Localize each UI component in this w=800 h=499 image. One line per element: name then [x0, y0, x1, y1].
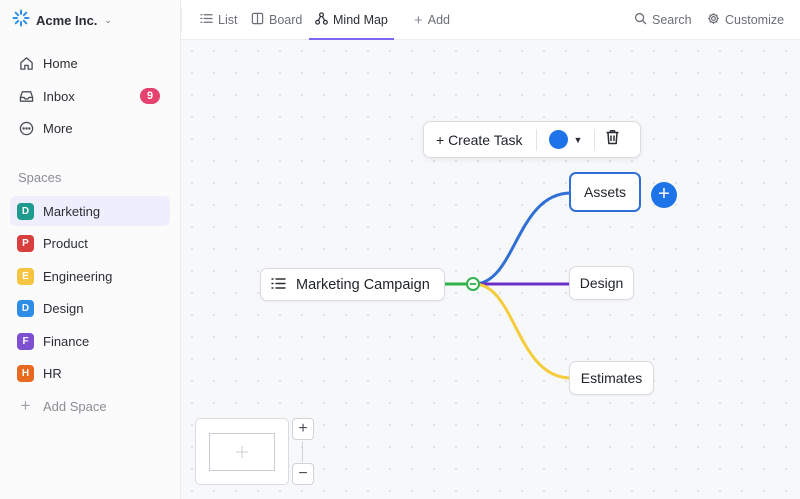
add-space-button[interactable]: + Add Space [10, 391, 170, 421]
nav-item-home[interactable]: Home [10, 48, 170, 78]
plus-icon: + [658, 183, 670, 205]
space-label: Product [43, 235, 88, 251]
node-toolbar: + Create Task ▼ [423, 121, 641, 158]
inbox-icon [18, 88, 34, 104]
space-item-hr[interactable]: H HR [10, 358, 170, 388]
customize-label: Customize [725, 13, 785, 27]
create-task-button[interactable]: + Create Task [436, 132, 523, 148]
space-item-product[interactable]: P Product [10, 228, 170, 258]
add-space-label: Add Space [43, 398, 107, 414]
space-avatar: F [17, 332, 34, 350]
connector-assets [473, 191, 572, 286]
space-avatar: D [17, 202, 34, 220]
caret-down-icon[interactable]: ▼ [574, 135, 583, 145]
inbox-count-badge: 9 [140, 88, 160, 104]
space-label: Design [43, 300, 84, 316]
plus-icon: + [20, 396, 31, 415]
space-avatar: E [17, 267, 34, 285]
node-design[interactable]: Design [569, 266, 634, 300]
node-assets[interactable]: Assets [569, 172, 641, 212]
space-avatar: P [17, 234, 34, 252]
space-avatar: H [17, 364, 34, 382]
space-item-design[interactable]: D Design [10, 293, 170, 323]
spaces-section-label: Spaces [18, 170, 62, 185]
minus-icon: − [298, 465, 308, 482]
zoom-in-button[interactable]: + [292, 418, 314, 440]
workspace-name: Acme Inc. [36, 12, 98, 28]
home-icon [18, 55, 34, 71]
customize-button[interactable]: Customize [707, 0, 784, 40]
search-icon [634, 12, 647, 28]
mindmap-icon [315, 12, 328, 28]
gear-icon [707, 12, 720, 28]
space-label: Marketing [43, 203, 101, 219]
nav-item-inbox[interactable]: Inbox 9 [10, 81, 170, 111]
nav-item-more[interactable]: More [10, 113, 170, 143]
toolbar-divider [594, 128, 596, 151]
zoom-out-button[interactable]: − [292, 463, 314, 485]
space-avatar: D [17, 299, 34, 317]
node-label: Estimates [580, 370, 643, 386]
trash-icon[interactable] [605, 129, 620, 150]
tab-label: Board [269, 13, 303, 27]
more-icon [18, 120, 34, 136]
search-label: Search [652, 13, 692, 27]
tab-mind-map[interactable]: Mind Map [309, 0, 394, 40]
tab-list[interactable]: List [200, 0, 237, 40]
tab-label: List [218, 13, 238, 27]
list-icon [271, 277, 286, 293]
minimap[interactable] [195, 418, 289, 485]
node-estimates[interactable]: Estimates [569, 361, 654, 395]
toolbar-divider [535, 128, 537, 151]
nav-item-label: Inbox [43, 88, 75, 104]
view-tabs-bar: List Board Mind Map + Add Search Customi… [181, 0, 800, 40]
divider [181, 8, 182, 32]
color-swatch[interactable] [548, 130, 568, 149]
workspace-switcher[interactable]: Acme Inc. ⌄ [12, 9, 112, 32]
zoom-track [302, 441, 303, 462]
board-icon [251, 12, 264, 28]
add-child-button[interactable]: + [651, 182, 677, 208]
plus-icon: + [414, 11, 423, 29]
sidebar: Acme Inc. ⌄ Home Inbox 9 More Spaces D M… [0, 0, 181, 499]
root-node[interactable]: Marketing Campaign [260, 268, 445, 301]
workspace-logo-icon [12, 9, 30, 32]
space-item-engineering[interactable]: E Engineering [10, 261, 170, 291]
node-label: Design [579, 275, 624, 291]
space-label: Finance [43, 333, 90, 349]
nav-item-label: More [43, 120, 73, 136]
chevron-down-icon: ⌄ [104, 14, 112, 25]
tab-label: Add [427, 13, 451, 27]
tab-label: Mind Map [333, 13, 388, 27]
space-label: HR [43, 365, 62, 381]
collapse-toggle-icon [466, 277, 480, 291]
search-button[interactable]: Search [634, 0, 692, 40]
connector-estimates [473, 282, 572, 380]
plus-icon: + [298, 420, 308, 437]
nav-item-label: Home [43, 55, 78, 71]
node-label: Assets [583, 184, 626, 200]
mind-map-canvas[interactable]: + Create Task ▼ Marketing Campaign Asset… [181, 40, 800, 499]
tab-board[interactable]: Board [251, 0, 302, 40]
space-item-finance[interactable]: F Finance [10, 326, 170, 356]
space-item-marketing[interactable]: D Marketing [10, 196, 170, 226]
tab-add[interactable]: + Add [414, 0, 450, 40]
minimap-preview [236, 446, 248, 458]
space-label: Engineering [43, 268, 113, 284]
root-node-label: Marketing Campaign [296, 276, 430, 293]
list-icon [200, 12, 213, 28]
